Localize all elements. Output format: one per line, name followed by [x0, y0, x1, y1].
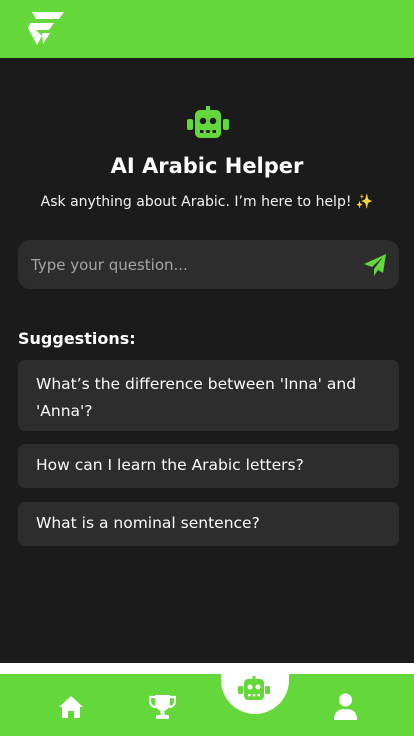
divider: [0, 663, 414, 674]
send-icon[interactable]: [363, 253, 387, 277]
sparkle-icon: ✨: [355, 194, 374, 210]
robot-icon: [187, 106, 229, 138]
robot-icon[interactable]: [238, 676, 270, 702]
question-search-box: [18, 240, 399, 289]
page-subtitle: Ask anything about Arabic. I’m here to h…: [0, 194, 414, 210]
app-logo-icon[interactable]: [28, 10, 66, 46]
suggestion-card[interactable]: What’s the difference between 'Inna' and…: [18, 360, 399, 431]
trophy-icon[interactable]: [149, 694, 176, 720]
profile-icon[interactable]: [333, 693, 358, 721]
suggestion-card[interactable]: How can I learn the Arabic letters?: [18, 444, 399, 488]
home-icon[interactable]: [58, 695, 84, 719]
question-input[interactable]: [18, 240, 348, 289]
suggestions-heading: Suggestions:: [18, 329, 136, 348]
suggestion-card[interactable]: What is a nominal sentence?: [18, 502, 399, 546]
top-app-bar: [0, 0, 414, 58]
subtitle-text: Ask anything about Arabic. I’m here to h…: [40, 194, 352, 210]
page-title: AI Arabic Helper: [110, 154, 304, 178]
chat-main: AI Arabic Helper Ask anything about Arab…: [0, 58, 414, 663]
